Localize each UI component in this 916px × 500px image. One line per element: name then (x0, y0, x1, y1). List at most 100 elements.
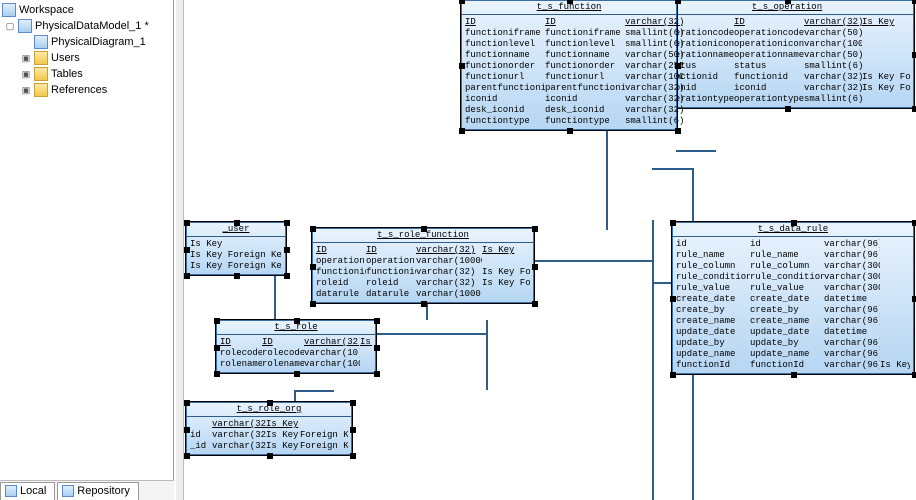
selection-handle[interactable] (184, 400, 190, 406)
column-cell: Is Key Foreign Key (190, 250, 282, 261)
column-cell (880, 261, 910, 272)
column-cell: rule_value (676, 283, 750, 294)
selection-handle[interactable] (350, 453, 356, 459)
selection-handle[interactable] (184, 453, 190, 459)
selection-handle[interactable] (374, 345, 380, 351)
entity-t-s-role-org[interactable]: t_s_role_org varchar(32)Is Keyidvarchar(… (186, 402, 352, 455)
selection-handle[interactable] (374, 371, 380, 377)
selection-handle[interactable] (294, 318, 300, 324)
column-cell: rule_conditions (750, 272, 824, 283)
connector (294, 390, 334, 392)
selection-handle[interactable] (912, 106, 916, 112)
column-cell: operationname (734, 50, 804, 61)
selection-handle[interactable] (214, 371, 220, 377)
column-cell: functionid (366, 267, 416, 278)
column-cell: rolecode (262, 348, 304, 359)
tab-local[interactable]: Local (0, 482, 55, 500)
selection-handle[interactable] (532, 226, 538, 232)
entity-t-s-data-rule[interactable]: t_s_data_rule ididvarchar(96)rule_nameru… (672, 222, 914, 374)
column-cell (880, 294, 910, 305)
selection-handle[interactable] (567, 128, 573, 134)
selection-handle[interactable] (284, 220, 290, 226)
expand-icon[interactable]: ▣ (18, 50, 34, 66)
column-cell: varchar(96) (824, 316, 880, 327)
selection-handle[interactable] (785, 0, 791, 4)
tree-node-references[interactable]: ▣ References (0, 82, 173, 98)
column-header: varchar(32) (304, 337, 360, 348)
selection-handle[interactable] (284, 273, 290, 279)
selection-handle[interactable] (675, 128, 681, 134)
entity-t-s-role[interactable]: t_s_role IDIDvarchar(32)Is Keyrolecodero… (216, 320, 376, 373)
entity-t-s-function[interactable]: t_s_function IDIDvarchar(32)Is Keyfuncti… (461, 0, 677, 130)
selection-handle[interactable] (310, 301, 316, 307)
tree-node-users[interactable]: ▣ Users (0, 50, 173, 66)
column-cell: varchar(96) (824, 250, 880, 261)
selection-handle[interactable] (374, 318, 380, 324)
tree-node-tables[interactable]: ▣ Tables (0, 66, 173, 82)
column-cell: id (676, 239, 750, 250)
folder-icon (34, 83, 48, 97)
selection-handle[interactable] (184, 247, 190, 253)
selection-handle[interactable] (284, 247, 290, 253)
column-cell (360, 348, 372, 359)
column-cell: varchar(96) (824, 305, 880, 316)
selection-handle[interactable] (350, 427, 356, 433)
selection-handle[interactable] (675, 0, 681, 4)
tree-label: Users (51, 52, 80, 64)
column-cell (482, 256, 530, 267)
selection-handle[interactable] (310, 264, 316, 270)
selection-handle[interactable] (214, 345, 220, 351)
selection-handle[interactable] (791, 220, 797, 226)
expand-icon[interactable]: ▣ (18, 66, 34, 82)
selection-handle[interactable] (421, 301, 427, 307)
selection-handle[interactable] (350, 400, 356, 406)
selection-handle[interactable] (912, 0, 916, 4)
diagram-canvas[interactable]: t_s_operation IDIDvarchar(32)Is Keyopera… (176, 0, 916, 500)
expand-icon[interactable]: ▢ (2, 18, 18, 34)
selection-handle[interactable] (912, 52, 916, 58)
selection-handle[interactable] (267, 400, 273, 406)
selection-handle[interactable] (791, 372, 797, 378)
selection-handle[interactable] (421, 226, 427, 232)
selection-handle[interactable] (785, 106, 791, 112)
selection-handle[interactable] (670, 220, 676, 226)
column-header (190, 419, 212, 430)
entity-user[interactable]: _user Is KeyIs Key Foreign KeyIs Key For… (186, 222, 286, 275)
selection-handle[interactable] (670, 296, 676, 302)
entity-columns: IDIDvarchar(32)Is Keyrolecoderolecodevar… (217, 335, 375, 372)
column-header (300, 419, 348, 430)
tab-repository[interactable]: Repository (57, 482, 139, 500)
selection-handle[interactable] (184, 427, 190, 433)
selection-handle[interactable] (294, 371, 300, 377)
selection-handle[interactable] (532, 264, 538, 270)
selection-handle[interactable] (912, 296, 916, 302)
selection-handle[interactable] (234, 220, 240, 226)
selection-handle[interactable] (675, 63, 681, 69)
selection-handle[interactable] (214, 318, 220, 324)
column-cell: operationcode (734, 28, 804, 39)
selection-handle[interactable] (459, 128, 465, 134)
entity-t-s-role-function[interactable]: t_s_role_function IDIDvarchar(32)Is Keyo… (312, 228, 534, 303)
selection-handle[interactable] (234, 273, 240, 279)
column-cell (880, 338, 910, 349)
selection-handle[interactable] (310, 226, 316, 232)
selection-handle[interactable] (670, 372, 676, 378)
entity-t-s-operation[interactable]: t_s_operation IDIDvarchar(32)Is Keyopera… (660, 0, 914, 108)
selection-handle[interactable] (459, 0, 465, 4)
selection-handle[interactable] (912, 220, 916, 226)
expand-icon[interactable]: ▣ (18, 82, 34, 98)
tree-label: PhysicalDataModel_1 * (35, 20, 149, 32)
selection-handle[interactable] (912, 372, 916, 378)
column-cell: create_by (750, 305, 824, 316)
column-cell: functioniframe (545, 28, 625, 39)
tree-node-diagram[interactable]: PhysicalDiagram_1 (0, 34, 173, 50)
selection-handle[interactable] (567, 0, 573, 4)
selection-handle[interactable] (532, 301, 538, 307)
selection-handle[interactable] (184, 220, 190, 226)
entity-columns: IDIDvarchar(32)Is Keyfunctioniframefunct… (462, 15, 676, 129)
selection-handle[interactable] (267, 453, 273, 459)
selection-handle[interactable] (184, 273, 190, 279)
tree-node-model[interactable]: ▢ PhysicalDataModel_1 * (0, 18, 173, 34)
selection-handle[interactable] (459, 63, 465, 69)
tree-node-workspace[interactable]: Workspace (0, 2, 173, 18)
